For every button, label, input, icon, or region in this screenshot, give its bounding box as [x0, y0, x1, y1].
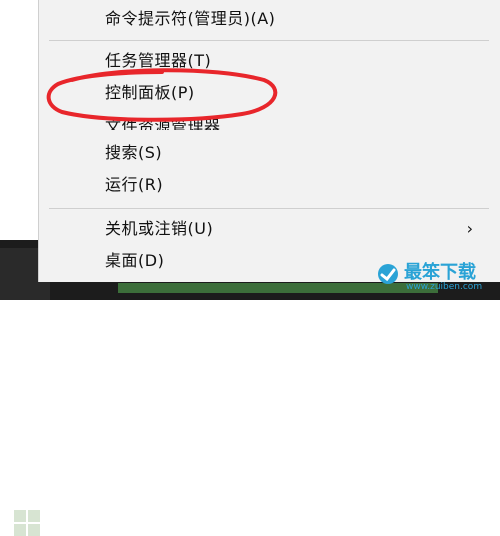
menu-item-file-explorer[interactable]: 文件资源管理器: [39, 108, 499, 130]
menu-item-search[interactable]: 搜索(S): [39, 138, 499, 168]
watermark-url: www.zuiben.com: [406, 282, 483, 292]
menu-item-label: 桌面(D): [105, 251, 165, 270]
menu-item-command-prompt-admin[interactable]: 命令提示符(管理员)(A): [39, 4, 499, 34]
menu-item-label: 命令提示符(管理员)(A): [105, 9, 276, 28]
menu-item-task-manager[interactable]: 任务管理器(T): [39, 46, 499, 76]
menu-separator: [49, 40, 489, 41]
menu-item-label: 任务管理器(T): [105, 51, 212, 70]
menu-item-shutdown-signout[interactable]: 关机或注销(U) ›: [39, 214, 499, 244]
watermark: 最笨下载 www.zuiben.com: [376, 256, 488, 296]
menu-item-control-panel[interactable]: 控制面板(P): [39, 78, 499, 108]
menu-item-run[interactable]: 运行(R): [39, 170, 499, 200]
menu-item-label: 关机或注销(U): [105, 219, 214, 238]
submenu-arrow-icon: ›: [466, 219, 473, 238]
menu-item-label: 运行(R): [105, 175, 164, 194]
menu-item-label: 文件资源管理器: [105, 117, 221, 130]
windows-logo-icon: [14, 510, 40, 536]
menu-item-label: 控制面板(P): [105, 83, 195, 102]
quick-link-context-menu: 命令提示符(管理员)(A) 任务管理器(T) 控制面板(P) 文件资源管理器 搜…: [38, 0, 500, 282]
watermark-brand: 最笨下载: [404, 262, 476, 283]
menu-item-label: 搜索(S): [105, 143, 163, 162]
watermark-logo-icon: [378, 264, 398, 284]
menu-separator: [49, 208, 489, 209]
